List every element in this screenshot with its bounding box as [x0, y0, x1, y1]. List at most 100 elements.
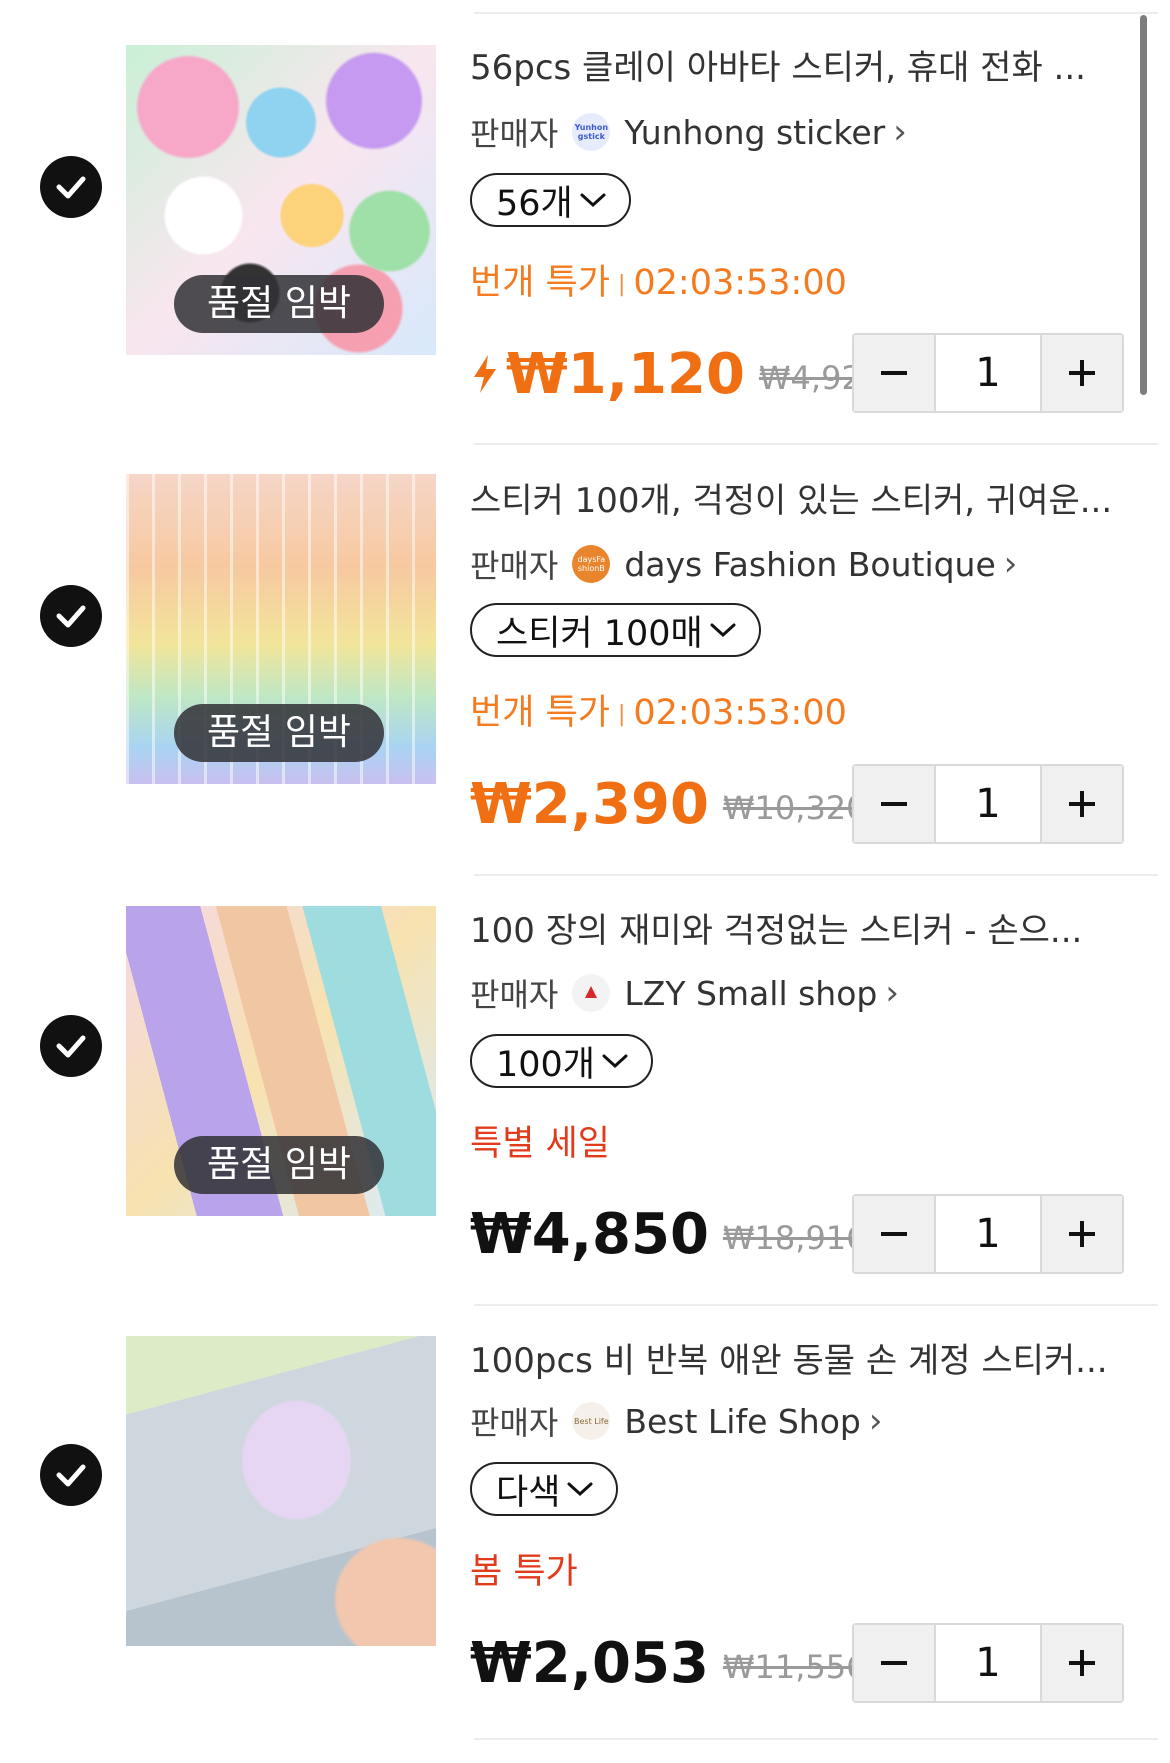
price-row: ₩2,053 ₩11,556 — [470, 1624, 867, 1694]
decrease-button[interactable] — [854, 1625, 934, 1701]
divider — [474, 1738, 1158, 1740]
seller-logo — [572, 974, 611, 1012]
minus-icon — [881, 371, 907, 375]
cart-item: 품절 임박 스티커 100개, 걱정이 있는 스티커, 귀여운... 판매자 d… — [0, 430, 1170, 860]
seller-label: 판매자 — [470, 547, 559, 585]
quantity-value[interactable]: 1 — [934, 766, 1042, 842]
variant-label: 56개 — [496, 183, 573, 224]
quantity-stepper: 1 — [852, 333, 1124, 413]
check-icon — [56, 605, 86, 628]
product-image[interactable]: 품절 임박 — [126, 474, 436, 784]
increase-button[interactable] — [1042, 335, 1122, 411]
chevron-down-icon — [602, 1054, 628, 1069]
sale-price: ₩4,850 — [470, 1202, 709, 1267]
divider — [474, 12, 1158, 14]
product-title[interactable]: 100 장의 재미와 걱정없는 스티커 - 손으... — [470, 903, 1120, 952]
seller-name: days Fashion Boutique — [624, 544, 996, 584]
item-checkbox[interactable] — [40, 156, 102, 218]
seller-link[interactable]: 판매자 Best Life Best Life Shop › — [470, 1399, 882, 1443]
plus-icon — [1069, 791, 1095, 817]
increase-button[interactable] — [1042, 766, 1122, 842]
price-row: ₩4,850 ₩18,916 — [470, 1195, 867, 1265]
sold-out-badge: 품절 임박 — [174, 1136, 384, 1194]
check-icon — [56, 176, 86, 199]
seller-link[interactable]: 판매자 Yunhon gstick Yunhong sticker › — [470, 110, 907, 154]
variant-selector[interactable]: 스티커 100매 — [470, 603, 761, 657]
seller-logo: Best Life — [572, 1402, 611, 1440]
sale-price: ₩1,120 — [506, 342, 745, 407]
decrease-button[interactable] — [854, 766, 934, 842]
sale-price: ₩2,390 — [470, 772, 709, 837]
cart-item: 품절 임박 100 장의 재미와 걱정없는 스티커 - 손으... 판매자 LZ… — [0, 860, 1170, 1290]
variant-label: 100개 — [496, 1044, 596, 1085]
chevron-right-icon: › — [885, 973, 899, 1013]
seller-label: 판매자 — [470, 976, 559, 1014]
seller-label: 판매자 — [470, 1404, 559, 1442]
original-price: ₩10,320 — [722, 789, 867, 827]
promo-row: 봄 특가 — [470, 1543, 578, 1594]
price-row: ₩1,120 ₩4,921 — [470, 335, 882, 405]
chevron-right-icon: › — [893, 112, 907, 152]
quantity-value[interactable]: 1 — [934, 1196, 1042, 1272]
lightning-icon — [474, 355, 496, 393]
chevron-right-icon: › — [868, 1401, 883, 1441]
increase-button[interactable] — [1042, 1196, 1122, 1272]
promo-row: 번개 특가 | 02:03:53:00 — [470, 254, 847, 305]
chevron-down-icon — [710, 623, 736, 638]
seller-name: Yunhong sticker — [624, 112, 886, 152]
product-image[interactable]: 품절 임박 — [126, 45, 436, 355]
quantity-value[interactable]: 1 — [934, 335, 1042, 411]
divider: | — [617, 271, 626, 297]
item-checkbox[interactable] — [40, 1444, 102, 1506]
shop-logo-icon — [585, 986, 598, 998]
cart-item: 품절 임박 56pcs 클레이 아바타 스티커, 휴대 전화 ... 판매자 Y… — [0, 0, 1170, 430]
product-title[interactable]: 100pcs 비 반복 애완 동물 손 계정 스티커... — [470, 1333, 1120, 1382]
item-checkbox[interactable] — [40, 585, 102, 647]
minus-icon — [881, 1232, 907, 1236]
seller-link[interactable]: 판매자 daysFa shionB days Fashion Boutique … — [470, 542, 1017, 586]
seller-link[interactable]: 판매자 LZY Small shop › — [470, 971, 899, 1015]
product-image[interactable]: 품절 임박 — [126, 906, 436, 1216]
plus-icon — [1069, 360, 1095, 386]
product-image[interactable] — [126, 1336, 436, 1646]
sale-price: ₩2,053 — [470, 1631, 709, 1696]
chevron-down-icon — [567, 1482, 593, 1497]
sold-out-badge: 품절 임박 — [174, 704, 384, 762]
quantity-stepper: 1 — [852, 764, 1124, 844]
price-row: ₩2,390 ₩10,320 — [470, 765, 867, 835]
item-checkbox[interactable] — [40, 1015, 102, 1077]
minus-icon — [881, 802, 907, 806]
seller-logo: Yunhon gstick — [572, 113, 611, 151]
variant-selector[interactable]: 56개 — [470, 173, 631, 227]
quantity-stepper: 1 — [852, 1623, 1124, 1703]
variant-label: 스티커 100매 — [496, 613, 703, 654]
divider — [474, 1304, 1158, 1306]
cart-item: 100pcs 비 반복 애완 동물 손 계정 스티커... 판매자 Best L… — [0, 1290, 1170, 1740]
chevron-right-icon: › — [1003, 544, 1018, 584]
plus-icon — [1069, 1221, 1095, 1247]
seller-label: 판매자 — [470, 115, 559, 153]
increase-button[interactable] — [1042, 1625, 1122, 1701]
promo-label: 번개 특가 — [470, 693, 610, 733]
promo-timer: 02:03:53:00 — [633, 693, 847, 733]
divider — [474, 874, 1158, 876]
promo-label: 번개 특가 — [470, 263, 610, 303]
product-title[interactable]: 스티커 100개, 걱정이 있는 스티커, 귀여운... — [470, 473, 1120, 522]
check-icon — [56, 1035, 86, 1058]
original-price: ₩11,556 — [722, 1648, 867, 1686]
plus-icon — [1069, 1650, 1095, 1676]
decrease-button[interactable] — [854, 335, 934, 411]
promo-label: 봄 특가 — [470, 1552, 578, 1592]
product-title[interactable]: 56pcs 클레이 아바타 스티커, 휴대 전화 ... — [470, 40, 1120, 89]
seller-logo: daysFa shionB — [572, 545, 611, 583]
quantity-value[interactable]: 1 — [934, 1625, 1042, 1701]
divider — [474, 443, 1158, 445]
decrease-button[interactable] — [854, 1196, 934, 1272]
variant-label: 다색 — [496, 1472, 561, 1513]
promo-row: 번개 특가 | 02:03:53:00 — [470, 684, 847, 735]
original-price: ₩18,916 — [722, 1219, 867, 1257]
quantity-stepper: 1 — [852, 1194, 1124, 1274]
variant-selector[interactable]: 다색 — [470, 1462, 619, 1516]
variant-selector[interactable]: 100개 — [470, 1034, 654, 1088]
promo-timer: 02:03:53:00 — [633, 263, 847, 303]
